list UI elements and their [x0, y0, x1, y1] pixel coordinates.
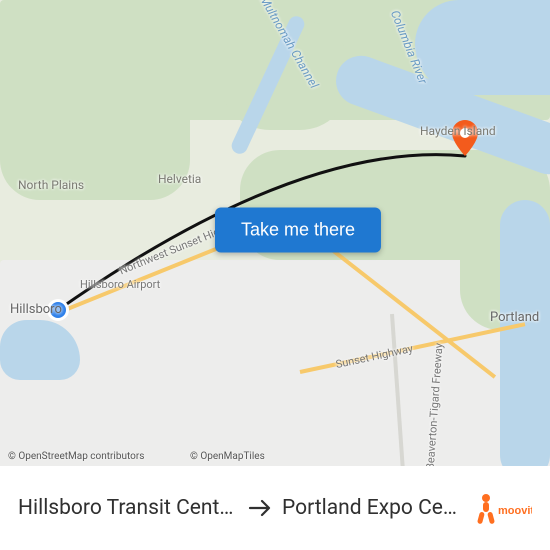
map-label-portland: Portland [490, 310, 539, 325]
attribution-osm: © OpenStreetMap contributors [8, 451, 144, 462]
map-label-hillsboro-airport: Hillsboro Airport [80, 278, 160, 291]
attribution-omt: © OpenMapTiles [190, 451, 265, 462]
origin-label: Hillsboro Transit Center (East) [18, 496, 238, 520]
map-viewport[interactable]: North Plains Helvetia Hillsboro Airport … [0, 0, 550, 466]
map-label-hillsboro: Hillsboro [10, 302, 62, 317]
moovit-logo-icon: moovit [476, 490, 532, 526]
arrow-right-icon [248, 498, 272, 518]
svg-text:moovit: moovit [498, 505, 532, 517]
map-label-hayden-island: Hayden Island [420, 124, 496, 138]
route-text: Hillsboro Transit Center (East) Portland… [18, 496, 464, 520]
map-label-north-plains: North Plains [18, 178, 84, 192]
map-label-helvetia: Helvetia [158, 172, 201, 186]
route-summary-bar: Hillsboro Transit Center (East) Portland… [0, 466, 550, 550]
water-willamette [500, 200, 550, 480]
destination-label: Portland Expo Center [282, 496, 464, 520]
take-me-there-button[interactable]: Take me there [215, 208, 381, 253]
